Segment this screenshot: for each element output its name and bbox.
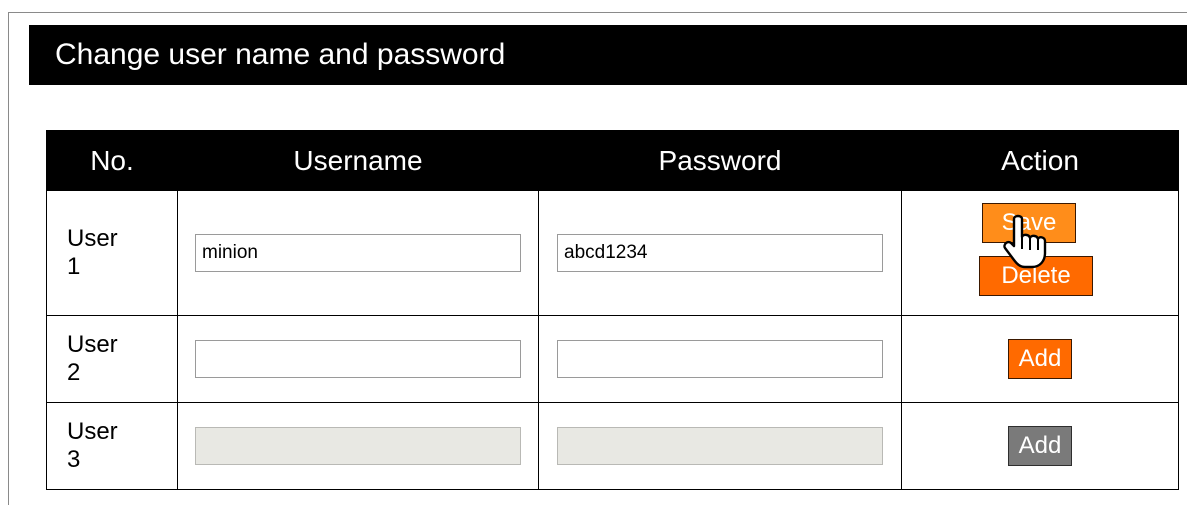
save-button-user-1[interactable]: Save — [982, 203, 1076, 243]
password-input-user-1[interactable] — [557, 234, 883, 272]
header-username: Username — [177, 130, 539, 191]
add-button-user-2[interactable]: Add — [1007, 339, 1073, 379]
user-label: User — [67, 418, 118, 445]
add-button-user-3: Add — [1007, 426, 1073, 466]
username-input-user-3 — [195, 427, 521, 465]
user-number: 3 — [67, 446, 81, 473]
table-row: User 3 Add — [46, 402, 1179, 490]
action-cell: Save Delete — [901, 190, 1179, 316]
action-cell: Add — [901, 402, 1179, 490]
user-number: 2 — [67, 359, 81, 386]
user-label: User — [67, 331, 118, 358]
user-number: 1 — [67, 253, 81, 280]
header-action: Action — [901, 130, 1179, 191]
action-cell: Add — [901, 315, 1179, 403]
header-no: No. — [46, 130, 178, 191]
password-cell — [538, 315, 902, 403]
delete-button-user-1[interactable]: Delete — [979, 256, 1093, 296]
password-input-user-2[interactable] — [557, 340, 883, 378]
user-number-cell: User 1 — [46, 190, 178, 316]
users-table: No. Username Password Action User 1 Save… — [46, 130, 1179, 490]
username-cell — [177, 315, 539, 403]
header-password: Password — [538, 130, 902, 191]
password-cell — [538, 402, 902, 490]
user-number-cell: User 3 — [46, 402, 178, 490]
frame-left-border — [8, 12, 9, 505]
user-label: User — [67, 225, 118, 252]
page-title: Change user name and password — [29, 25, 1187, 85]
table-row: User 1 Save Delete — [46, 190, 1179, 316]
username-input-user-1[interactable] — [195, 234, 521, 272]
password-cell — [538, 190, 902, 316]
table-header-row: No. Username Password Action — [46, 130, 1179, 191]
frame-top-border — [8, 12, 1187, 13]
user-number-cell: User 2 — [46, 315, 178, 403]
table-row: User 2 Add — [46, 315, 1179, 403]
username-cell — [177, 402, 539, 490]
username-cell — [177, 190, 539, 316]
password-input-user-3 — [557, 427, 883, 465]
username-input-user-2[interactable] — [195, 340, 521, 378]
